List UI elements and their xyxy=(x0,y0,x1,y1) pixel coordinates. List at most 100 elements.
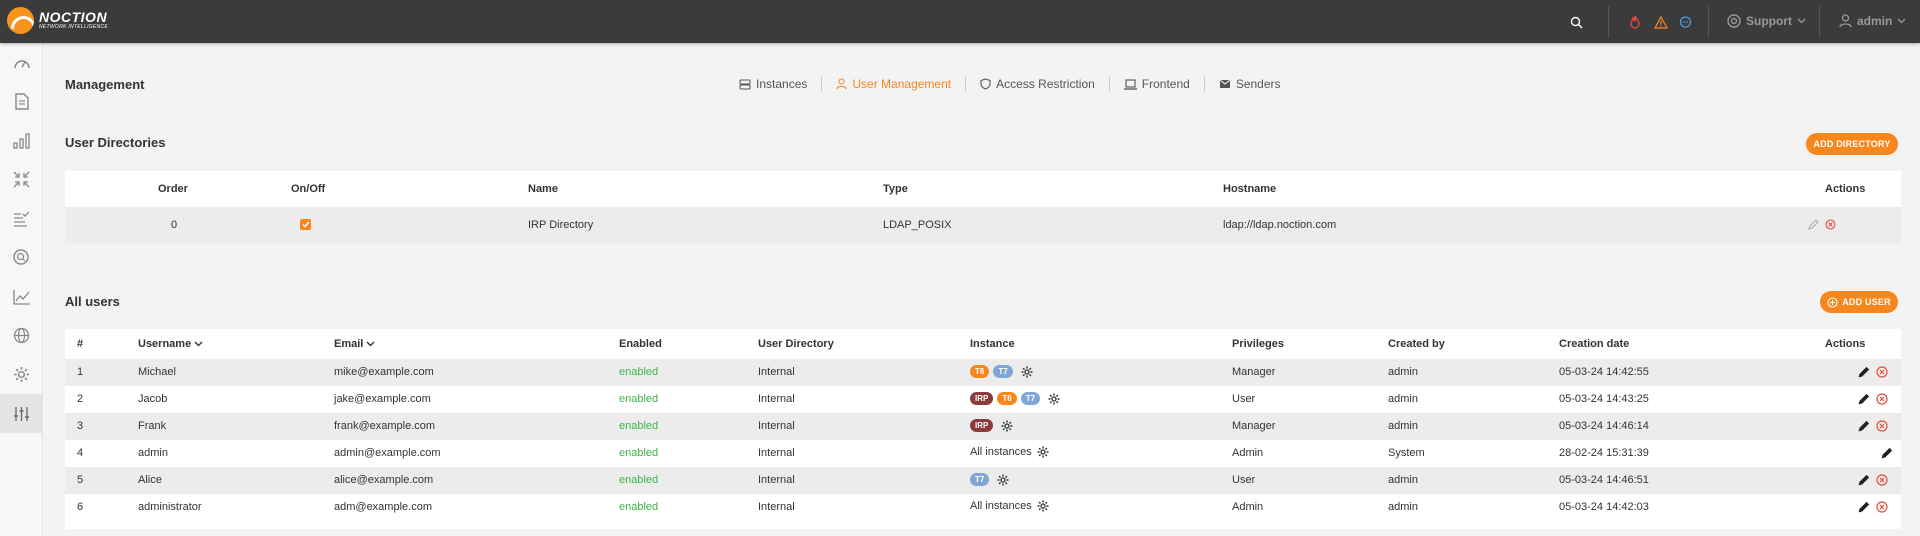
directories-table: Order On/Off Name Type Hostname Actions … xyxy=(65,171,1901,244)
delete-icon[interactable] xyxy=(1876,366,1888,378)
instance-cell: All instances xyxy=(970,500,1049,512)
checkbox-checked-icon xyxy=(300,219,311,230)
user-email: mike@example.com xyxy=(334,366,434,378)
user-email: adm@example.com xyxy=(334,501,432,513)
instance-badge: IRP xyxy=(970,419,994,432)
sidebar-item-reports[interactable] xyxy=(0,82,43,121)
server-icon xyxy=(739,78,751,90)
delete-icon[interactable] xyxy=(1876,474,1888,486)
user-created-by: admin xyxy=(1388,501,1418,513)
col-email[interactable]: Email xyxy=(334,338,375,350)
laptop-icon xyxy=(1123,78,1137,90)
lifebuoy-icon xyxy=(1727,14,1741,28)
delete-icon[interactable] xyxy=(1825,219,1836,230)
bar-chart-icon xyxy=(12,132,30,149)
checklist-icon xyxy=(14,211,30,227)
chat-icon[interactable] xyxy=(1677,14,1693,30)
gear-icon[interactable] xyxy=(1001,420,1013,432)
instance-cell: All instances xyxy=(970,446,1049,458)
directory-toggle[interactable] xyxy=(300,219,311,231)
gear-icon[interactable] xyxy=(1048,393,1060,405)
sidebar-item-optimization[interactable] xyxy=(0,160,43,199)
add-user-button[interactable]: ADD USER xyxy=(1820,291,1898,313)
page-title: Management xyxy=(65,77,145,92)
delete-icon[interactable] xyxy=(1876,420,1888,432)
delete-icon[interactable] xyxy=(1876,393,1888,405)
col-username[interactable]: Username xyxy=(138,338,203,350)
sidebar-item-management[interactable] xyxy=(0,394,43,433)
directory-order: 0 xyxy=(171,219,178,231)
edit-pencil-icon[interactable] xyxy=(1858,420,1870,432)
instance-cell: IRP xyxy=(970,419,1013,432)
tab-senders[interactable]: Senders xyxy=(1203,76,1295,92)
gear-icon[interactable] xyxy=(1021,366,1033,378)
user-created-by: admin xyxy=(1388,474,1418,486)
directory-type: LDAP_POSIX xyxy=(883,219,952,231)
gear-icon[interactable] xyxy=(997,474,1009,486)
user-email: frank@example.com xyxy=(334,420,436,432)
sidebar-item-statistics[interactable] xyxy=(0,121,43,160)
sidebar-item-network[interactable] xyxy=(0,316,43,355)
user-created-by: System xyxy=(1388,447,1425,459)
edit-pencil-icon[interactable] xyxy=(1858,501,1870,513)
chevron-down-icon xyxy=(1797,18,1806,24)
user-number: 2 xyxy=(77,393,84,405)
add-user-label: ADD USER xyxy=(1842,297,1891,307)
warning-icon[interactable] xyxy=(1653,14,1669,30)
user-icon xyxy=(1839,14,1852,28)
tab-user-management[interactable]: User Management xyxy=(821,76,965,92)
gear-icon[interactable] xyxy=(1037,500,1049,512)
col-hostname: Hostname xyxy=(1223,183,1277,195)
instance-cell: T7 xyxy=(970,473,1009,486)
line-chart-icon xyxy=(12,289,30,305)
sidebar-item-search[interactable] xyxy=(0,238,43,277)
user-creation-date: 05-03-24 14:46:51 xyxy=(1559,474,1649,486)
delete-icon[interactable] xyxy=(1876,501,1888,513)
user-number: 6 xyxy=(77,501,84,513)
user-directory: Internal xyxy=(758,501,795,513)
user-privileges: Admin xyxy=(1232,447,1264,459)
support-menu[interactable]: Support xyxy=(1727,14,1806,28)
user-menu[interactable]: admin xyxy=(1839,14,1906,28)
user-number: 3 xyxy=(77,420,84,432)
col-privileges: Privileges xyxy=(1232,338,1284,350)
row-actions xyxy=(1858,474,1888,486)
tab-user-management-label: User Management xyxy=(852,77,952,91)
gear-icon[interactable] xyxy=(1037,446,1049,458)
tab-instances-label: Instances xyxy=(756,77,808,91)
search-circle-icon xyxy=(13,249,29,265)
user-username: Alice xyxy=(138,474,162,486)
row-actions xyxy=(1858,393,1888,405)
add-directory-button[interactable]: ADD DIRECTORY xyxy=(1806,133,1898,155)
noction-logo[interactable]: NOCTION NETWORK INTELLIGENCE xyxy=(7,7,108,34)
tab-instances[interactable]: Instances xyxy=(725,76,821,92)
edit-pencil-icon[interactable] xyxy=(1858,393,1870,405)
directory-name: IRP Directory xyxy=(528,219,594,231)
sidebar-item-graphs[interactable] xyxy=(0,277,43,316)
instance-badge: T6 xyxy=(970,365,990,378)
sidebar xyxy=(0,43,43,536)
edit-pencil-icon[interactable] xyxy=(1808,219,1819,230)
divider xyxy=(1608,6,1609,38)
user-directory: Internal xyxy=(758,420,795,432)
edit-pencil-icon[interactable] xyxy=(1881,447,1893,459)
tab-frontend-label: Frontend xyxy=(1141,77,1190,91)
users-table-header: # Username Email Enabled User Directory … xyxy=(65,329,1901,359)
top-bar: NOCTION NETWORK INTELLIGENCE Support adm… xyxy=(0,0,1920,43)
search-icon[interactable] xyxy=(1568,14,1584,30)
settings-gear-icon xyxy=(14,367,29,382)
tab-access-restriction[interactable]: Access Restriction xyxy=(965,76,1109,92)
user-privileges: Admin xyxy=(1232,501,1264,513)
sidebar-item-configuration[interactable] xyxy=(0,355,43,394)
user-directory: Internal xyxy=(758,366,795,378)
directory-row: 0 IRP Directory LDAP_POSIX ldap://ldap.n… xyxy=(65,207,1901,244)
fire-icon[interactable] xyxy=(1627,14,1643,30)
user-enabled-status: enabled xyxy=(619,366,659,378)
sidebar-item-dashboard[interactable] xyxy=(0,43,43,82)
sidebar-item-events[interactable] xyxy=(0,199,43,238)
edit-pencil-icon[interactable] xyxy=(1858,366,1870,378)
tab-frontend[interactable]: Frontend xyxy=(1108,76,1204,92)
edit-pencil-icon[interactable] xyxy=(1858,474,1870,486)
user-number: 4 xyxy=(77,447,84,459)
user-directory: Internal xyxy=(758,393,795,405)
